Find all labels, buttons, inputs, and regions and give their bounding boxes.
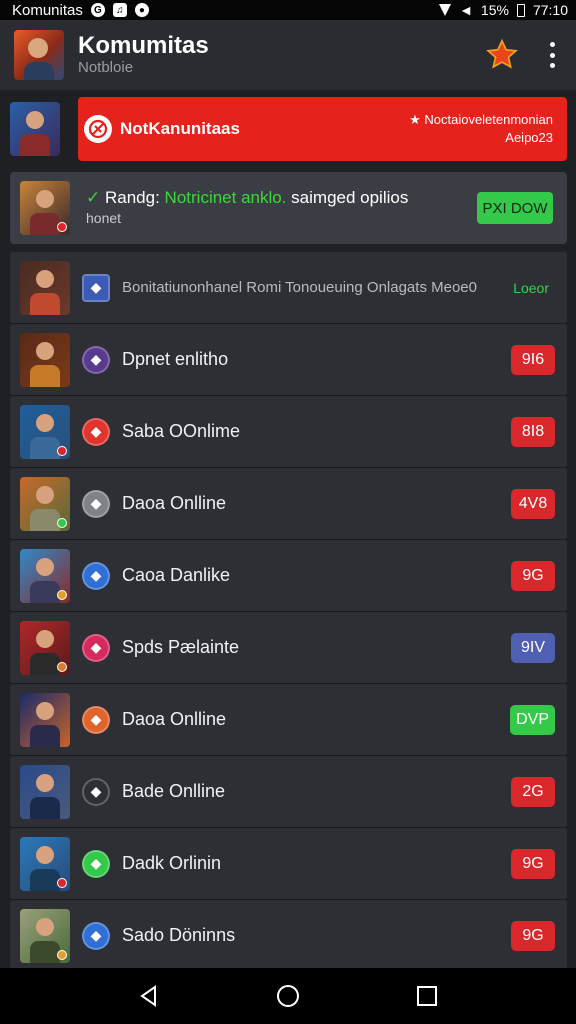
list-item[interactable]: ◆ Daoa Onlline 4V8 — [10, 468, 567, 540]
avatar — [10, 102, 60, 156]
game-thumbnail — [20, 404, 70, 459]
list-item[interactable]: ◆ Spds Pælainte 9IV — [10, 612, 567, 684]
game-icon: ◆ — [82, 921, 110, 950]
navigation-bar — [0, 968, 576, 1024]
notification-banner[interactable]: NotKanunitaas ★ Noctaioveletenmonian Aei… — [78, 97, 567, 161]
promo-button[interactable]: PXI DOW — [477, 192, 553, 224]
game-icon: ◆ — [82, 273, 110, 302]
list-item[interactable]: ◆ Dpnet enlitho 9I6 — [10, 324, 567, 396]
list-item-title: Saba OOnlime — [122, 421, 241, 441]
list-item-title: Spds Pælainte — [122, 637, 240, 657]
check-icon: ✓ — [86, 188, 101, 207]
page-subtitle: Notbloie — [78, 59, 134, 76]
promo-text: ✓ Randg: Notricinet anklo. saimged opili… — [86, 188, 477, 228]
game-thumbnail — [20, 836, 70, 891]
game-icon: ◆ — [82, 417, 110, 446]
status-badge[interactable]: 4V8 — [511, 488, 555, 519]
list-item[interactable]: ◆ Bade Onlline 2G — [10, 756, 567, 828]
list-item[interactable]: ◆ Caoa Danlike 9G — [10, 540, 567, 612]
list-item-title: Bonitatiunonhanel Romi Tonoueuing Onlaga… — [122, 278, 477, 296]
list-item[interactable]: ◆ Dadk Orlinin 9G — [10, 828, 567, 900]
list-item-title: Daoa Onlline — [122, 493, 227, 513]
app-bar: Komumitas Notbloie — [0, 20, 576, 90]
avatar — [20, 181, 70, 235]
promo-card[interactable]: ✓ Randg: Notricinet anklo. saimged opili… — [10, 172, 567, 244]
more-vert-icon[interactable] — [546, 42, 558, 68]
game-thumbnail — [20, 764, 70, 819]
sync-icon: ● — [134, 3, 149, 17]
game-thumbnail — [20, 620, 70, 675]
game-icon: ◆ — [82, 849, 110, 878]
game-thumbnail — [20, 548, 70, 603]
list-item[interactable]: ◆ Saba OOnlime 8I8 — [10, 396, 567, 468]
notification-title: NotKanunitaas — [120, 119, 240, 138]
game-thumbnail — [20, 476, 70, 531]
notification-row[interactable]: NotKanunitaas ★ Noctaioveletenmonian Aei… — [10, 94, 567, 164]
game-icon: ◆ — [82, 777, 110, 806]
promo-sub: honet — [86, 210, 122, 226]
battery-percent: 15% — [480, 2, 509, 18]
status-badge[interactable]: 9G — [511, 560, 555, 591]
notification-icon: G — [90, 3, 105, 17]
signal-icon — [439, 4, 452, 16]
status-badge[interactable]: 9G — [511, 848, 555, 879]
list-item[interactable]: ◆ Bonitatiunonhanel Romi Tonoueuing Onlag… — [10, 252, 567, 324]
app-notification-icon: ♫ — [112, 3, 127, 17]
game-icon: ◆ — [82, 633, 110, 662]
promo-rest: saimged opilios — [291, 188, 409, 207]
game-thumbnail — [20, 692, 70, 747]
game-list: ◆ Bonitatiunonhanel Romi Tonoueuing Onlag… — [10, 252, 567, 972]
list-item-title: Bade Onlline — [122, 781, 226, 801]
status-badge[interactable]: 9I6 — [511, 344, 555, 375]
game-thumbnail — [20, 332, 70, 387]
block-icon — [84, 115, 112, 143]
back-icon[interactable] — [129, 976, 169, 1016]
list-item-title: Caoa Danlike — [122, 565, 231, 585]
clock: 77:10 — [532, 2, 568, 18]
status-app-name: Komunitas — [12, 1, 83, 19]
list-item-title: Daoa Onlline — [122, 709, 227, 729]
list-item-title: Dadk Orlinin — [122, 853, 222, 873]
list-item-title: Dpnet enlitho — [122, 349, 229, 369]
promo-prefix: Randg: — [104, 188, 160, 207]
status-badge[interactable]: 8I8 — [511, 416, 555, 447]
status-bar: Komunitas G ♫ ● ◄ 15% 77:10 — [0, 0, 576, 20]
list-item[interactable]: ◆ Daoa Onlline DVP — [10, 684, 567, 756]
list-item-title: Sado Döninns — [122, 925, 236, 945]
game-icon: ◆ — [82, 561, 110, 590]
app-logo — [14, 30, 64, 80]
list-item[interactable]: ◆ Sado Döninns 9G — [10, 900, 567, 972]
game-icon: ◆ — [82, 489, 110, 518]
game-icon: ◆ — [82, 705, 110, 734]
home-icon[interactable] — [268, 976, 308, 1016]
battery-icon — [516, 3, 525, 17]
status-badge[interactable]: 2G — [511, 776, 555, 807]
status-badge[interactable]: 9G — [511, 920, 555, 951]
game-thumbnail — [20, 908, 70, 963]
notification-meta-line2: Aeipo23 — [505, 130, 553, 145]
wifi-icon: ◄ — [459, 2, 473, 18]
status-badge[interactable]: DVP — [510, 704, 555, 735]
app-titles: Komumitas Notbloie — [78, 33, 484, 77]
notification-meta-line1: ★ Noctaioveletenmonian — [409, 112, 553, 127]
recents-icon[interactable] — [407, 976, 447, 1016]
notification-meta: ★ Noctaioveletenmonian Aeipo23 — [409, 111, 553, 147]
promo-highlight: Notricinet anklo. — [164, 188, 287, 207]
status-badge[interactable]: 9IV — [511, 632, 555, 663]
status-badge[interactable]: Loeor — [507, 273, 555, 303]
page-title: Komumitas — [78, 32, 209, 59]
game-icon: ◆ — [82, 345, 110, 374]
star-icon[interactable] — [484, 37, 520, 73]
game-thumbnail — [20, 260, 70, 315]
